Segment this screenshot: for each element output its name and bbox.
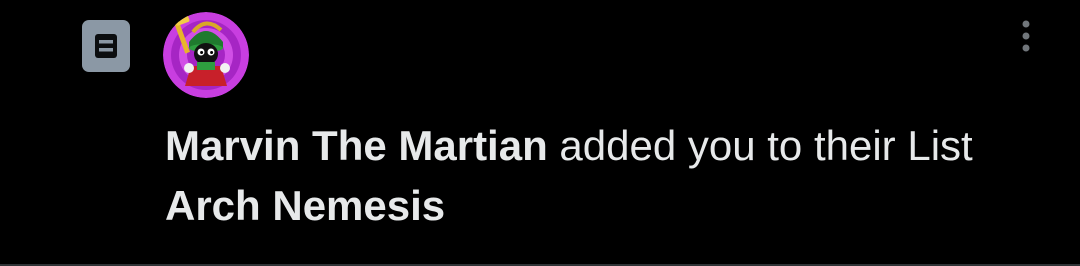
list-icon [82, 20, 130, 72]
actor-name-link[interactable]: Marvin The Martian [165, 122, 548, 169]
action-text: added you to their List [547, 122, 973, 169]
more-options-button[interactable] [1008, 14, 1044, 58]
notification-message: Marvin The Martian added you to their Li… [165, 116, 1035, 236]
list-name-link[interactable]: Arch Nemesis [165, 182, 445, 229]
vertical-ellipsis-icon [1022, 20, 1030, 52]
avatar[interactable] [163, 12, 249, 98]
notification-item[interactable]: Marvin The Martian added you to their Li… [0, 0, 1080, 266]
